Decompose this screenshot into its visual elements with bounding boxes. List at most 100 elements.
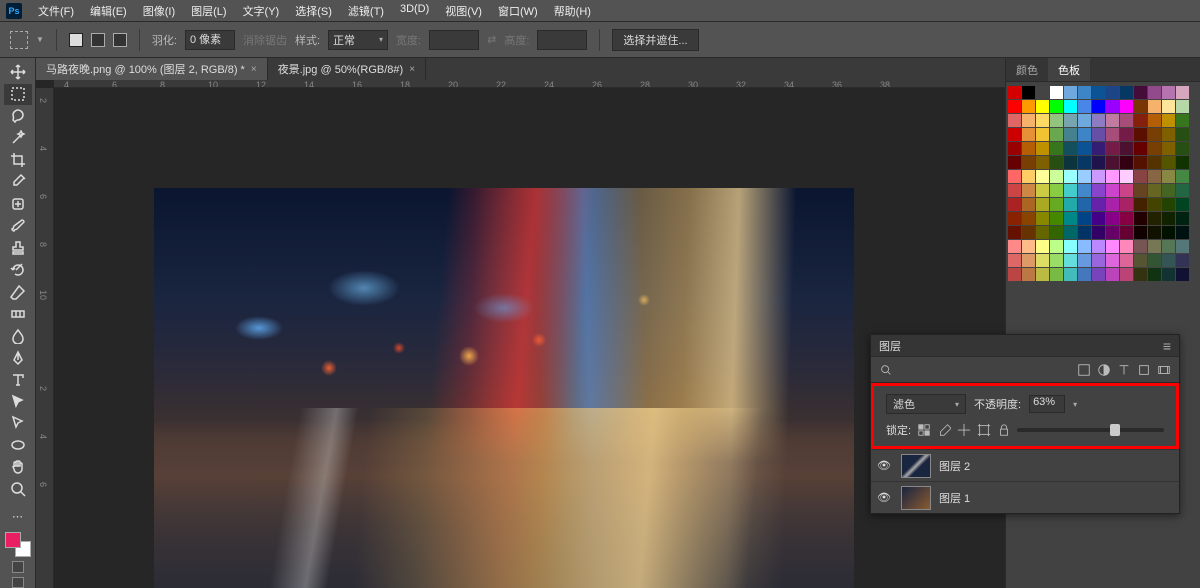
swatch[interactable] [1036,128,1049,141]
swatch[interactable] [1134,226,1147,239]
swatch[interactable] [1064,100,1077,113]
canvas[interactable] [54,88,1005,588]
ruler-horizontal[interactable]: 468101214161820222426283032343638 [54,80,1005,88]
swatch[interactable] [1008,198,1021,211]
swatch[interactable] [1134,142,1147,155]
swatch[interactable] [1092,198,1105,211]
swatch[interactable] [1176,212,1189,225]
swatch[interactable] [1106,170,1119,183]
swatch[interactable] [1106,86,1119,99]
tab-color[interactable]: 颜色 [1006,58,1048,81]
swatch[interactable] [1092,114,1105,127]
swatch[interactable] [1176,156,1189,169]
swatch[interactable] [1092,254,1105,267]
swatch[interactable] [1008,86,1021,99]
swatch[interactable] [1120,240,1133,253]
crop-tool[interactable] [4,150,32,171]
swatch[interactable] [1120,212,1133,225]
lock-artboard-icon[interactable] [977,423,991,437]
swatch[interactable] [1064,128,1077,141]
swatch[interactable] [1092,268,1105,281]
swatch[interactable] [1092,128,1105,141]
swatch[interactable] [1148,170,1161,183]
swatch[interactable] [1148,100,1161,113]
swatch[interactable] [1078,86,1091,99]
swatch[interactable] [1106,268,1119,281]
filter-smart-icon[interactable] [1157,363,1171,377]
magic-wand-tool[interactable] [4,128,32,149]
swatch[interactable] [1120,198,1133,211]
swatch[interactable] [1008,212,1021,225]
swatch[interactable] [1036,254,1049,267]
ruler-vertical[interactable]: 246810246 [36,88,54,588]
menu-item[interactable]: 选择(S) [287,3,340,19]
stamp-tool[interactable] [4,238,32,259]
close-icon[interactable]: × [251,64,257,75]
edit-toolbar[interactable]: ⋯ [4,506,32,527]
swatch[interactable] [1106,100,1119,113]
swatch[interactable] [1022,156,1035,169]
swatch[interactable] [1008,114,1021,127]
layer-name[interactable]: 图层 1 [939,490,970,506]
swatch[interactable] [1022,100,1035,113]
swatch[interactable] [1162,128,1175,141]
menu-item[interactable]: 图层(L) [183,3,234,19]
swatch[interactable] [1050,170,1063,183]
swatch[interactable] [1134,254,1147,267]
swatch[interactable] [1050,156,1063,169]
swatch[interactable] [1022,86,1035,99]
swatch[interactable] [1120,86,1133,99]
swatch[interactable] [1022,184,1035,197]
swatch[interactable] [1022,226,1035,239]
swatch[interactable] [1078,184,1091,197]
menu-item[interactable]: 编辑(E) [82,3,135,19]
swatch[interactable] [1050,142,1063,155]
swatch[interactable] [1022,128,1035,141]
pen-tool[interactable] [4,347,32,368]
swatch[interactable] [1092,240,1105,253]
gradient-tool[interactable] [4,303,32,324]
zoom-tool[interactable] [4,479,32,500]
swatch[interactable] [1050,128,1063,141]
swatch[interactable] [1148,86,1161,99]
direct-selection-tool[interactable] [4,413,32,434]
lock-image-icon[interactable] [937,423,951,437]
swatch[interactable] [1036,86,1049,99]
panel-menu-icon[interactable]: ≡ [1163,338,1171,354]
swatch[interactable] [1162,114,1175,127]
swatch[interactable] [1176,142,1189,155]
marquee-tool-icon[interactable] [10,31,28,49]
menu-item[interactable]: 文件(F) [30,3,82,19]
swatch[interactable] [1078,212,1091,225]
swatch[interactable] [1050,86,1063,99]
close-icon[interactable]: × [409,64,415,75]
swatch[interactable] [1148,254,1161,267]
swatch[interactable] [1064,142,1077,155]
swatch[interactable] [1078,226,1091,239]
layer-thumbnail[interactable] [901,486,931,510]
swatch[interactable] [1148,114,1161,127]
swatch[interactable] [1064,212,1077,225]
swatch[interactable] [1078,114,1091,127]
swatch[interactable] [1064,254,1077,267]
swatch[interactable] [1036,142,1049,155]
swatch[interactable] [1134,86,1147,99]
swatch[interactable] [1120,156,1133,169]
menu-item[interactable]: 3D(D) [392,3,437,19]
swatch[interactable] [1120,184,1133,197]
swatch[interactable] [1092,170,1105,183]
swatch[interactable] [1050,212,1063,225]
swatch[interactable] [1008,226,1021,239]
swatch[interactable] [1106,212,1119,225]
menu-item[interactable]: 窗口(W) [490,3,546,19]
swatch[interactable] [1092,226,1105,239]
swatch[interactable] [1120,254,1133,267]
swatch[interactable] [1064,156,1077,169]
swatch[interactable] [1064,268,1077,281]
swatch[interactable] [1176,268,1189,281]
swatch[interactable] [1092,212,1105,225]
swatch[interactable] [1176,198,1189,211]
swatch[interactable] [1078,128,1091,141]
swatch[interactable] [1050,198,1063,211]
lock-transparency-icon[interactable] [917,423,931,437]
